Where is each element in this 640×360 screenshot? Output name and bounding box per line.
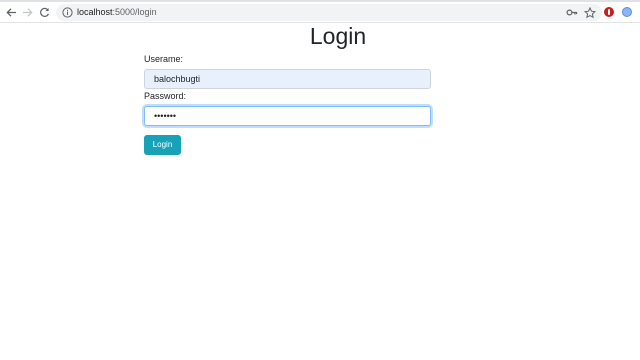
url-host: localhost	[77, 7, 113, 17]
forward-button[interactable]	[20, 5, 34, 19]
password-input[interactable]	[144, 106, 431, 126]
login-button[interactable]: Login	[144, 135, 181, 155]
browser-toolbar: localhost:5000/login	[0, 0, 640, 23]
info-icon[interactable]	[62, 7, 73, 18]
extension-blue-icon[interactable]	[622, 7, 632, 17]
reload-button[interactable]	[37, 5, 51, 19]
extension-red-icon[interactable]	[604, 7, 614, 17]
star-icon[interactable]	[584, 7, 596, 19]
password-label: Password:	[144, 91, 187, 101]
back-button[interactable]	[4, 5, 18, 19]
reload-icon	[39, 7, 49, 17]
username-input[interactable]	[144, 69, 431, 89]
url-path: :5000/login	[112, 7, 157, 17]
address-bar[interactable]: localhost:5000/login	[56, 4, 602, 21]
username-label: Userame:	[144, 54, 184, 64]
arrow-right-icon	[22, 7, 33, 17]
arrow-left-icon	[5, 7, 16, 17]
key-icon[interactable]	[566, 7, 578, 18]
url-text[interactable]: localhost:5000/login	[77, 6, 157, 19]
page-title: Login	[309, 23, 367, 49]
